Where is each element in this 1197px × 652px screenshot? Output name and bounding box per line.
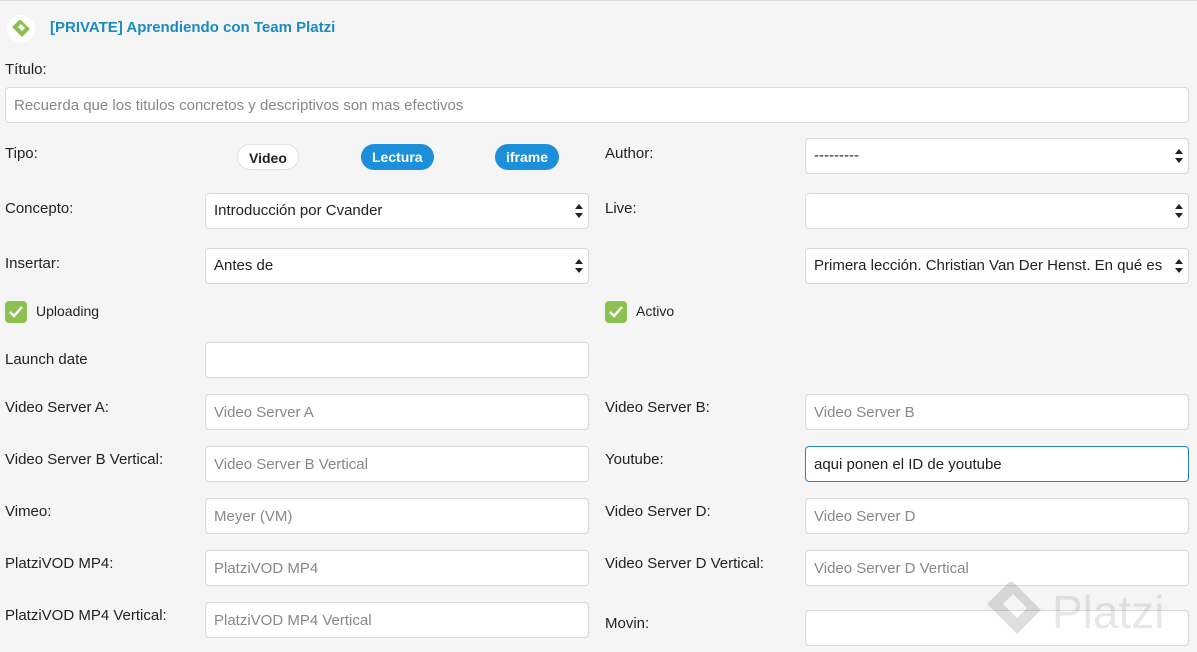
tipo-lectura-button[interactable]: Lectura — [361, 144, 434, 170]
select-arrows-icon — [575, 204, 583, 218]
titulo-input[interactable] — [5, 87, 1189, 123]
checkmark-icon — [609, 306, 623, 318]
select-arrows-icon — [575, 259, 583, 273]
insertar-lesson-value: Primera lección. Christian Van Der Henst… — [814, 257, 1163, 274]
live-label: Live: — [605, 200, 637, 217]
insertar-lesson-select[interactable]: Primera lección. Christian Van Der Henst… — [805, 248, 1189, 284]
video-server-d-label: Video Server D: — [605, 503, 711, 520]
video-server-a-input[interactable] — [205, 394, 589, 430]
concepto-label: Concepto: — [5, 200, 74, 217]
video-server-b-vertical-label: Video Server B Vertical: — [5, 451, 164, 468]
author-select[interactable]: --------- — [805, 138, 1189, 174]
movin-label: Movin: — [605, 615, 650, 632]
top-divider — [0, 0, 1197, 1]
launch-date-input[interactable] — [205, 342, 589, 378]
platzi-logo-icon — [7, 15, 35, 43]
titulo-label: Título: — [5, 61, 47, 78]
platzi-watermark-text: Platzi — [1052, 586, 1165, 638]
insertar-label: Insertar: — [5, 255, 61, 272]
tipo-iframe-button[interactable]: iframe — [495, 144, 560, 170]
video-server-a-label: Video Server A: — [5, 399, 109, 416]
uploading-checkbox[interactable] — [5, 301, 27, 323]
platzivod-mp4-vertical-label: PlatziVOD MP4 Vertical: — [5, 607, 167, 624]
video-server-d-input[interactable] — [805, 498, 1189, 534]
platzi-watermark-icon — [987, 582, 1041, 634]
author-label: Author: — [605, 145, 654, 162]
activo-checkbox[interactable] — [605, 301, 627, 323]
insertar-position-value: Antes de — [214, 257, 274, 274]
tipo-label: Tipo: — [5, 145, 38, 162]
vimeo-label: Vimeo: — [5, 503, 52, 520]
page-header: [PRIVATE] Aprendiendo con Team Platzi — [0, 10, 1197, 48]
platzivod-mp4-vertical-input[interactable] — [205, 602, 589, 638]
tipo-video-button[interactable]: Video — [237, 144, 299, 170]
live-select[interactable] — [805, 193, 1189, 229]
concepto-select-value: Introducción por Cvander — [214, 202, 383, 219]
concepto-select[interactable]: Introducción por Cvander — [205, 193, 589, 229]
youtube-label: Youtube: — [605, 451, 664, 468]
activo-label: Activo — [636, 303, 675, 319]
insertar-position-select[interactable]: Antes de — [205, 248, 589, 284]
youtube-input[interactable] — [805, 446, 1189, 482]
select-arrows-icon — [1175, 149, 1183, 163]
checkmark-icon — [9, 306, 23, 318]
uploading-label: Uploading — [36, 303, 100, 319]
select-arrows-icon — [1175, 259, 1183, 273]
select-arrows-icon — [1175, 204, 1183, 218]
course-title[interactable]: [PRIVATE] Aprendiendo con Team Platzi — [50, 19, 335, 36]
video-server-b-vertical-input[interactable] — [205, 446, 589, 482]
video-server-b-input[interactable] — [805, 394, 1189, 430]
platzivod-mp4-label: PlatziVOD MP4: — [5, 555, 114, 572]
platzivod-mp4-input[interactable] — [205, 550, 589, 586]
video-server-b-label: Video Server B: — [605, 399, 710, 416]
video-server-d-vertical-label: Video Server D Vertical: — [605, 555, 764, 572]
author-select-value: --------- — [814, 147, 859, 164]
vimeo-input[interactable] — [205, 498, 589, 534]
launch-date-label: Launch date — [5, 351, 88, 368]
